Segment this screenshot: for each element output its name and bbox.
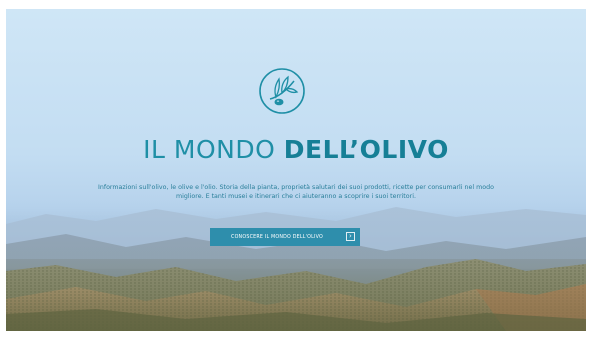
- description-line: Informazioni sull'olivo, le olive e l'ol…: [98, 184, 494, 191]
- page-title: IL MONDO DELL’OLIVO: [6, 135, 586, 164]
- arrow-right-icon: ›: [346, 232, 355, 241]
- description-line: migliore. E tanti musei e itinerari che …: [176, 193, 416, 200]
- title-bold: DELL’OLIVO: [283, 135, 449, 164]
- hero-description: Informazioni sull'olivo, le olive e l'ol…: [46, 183, 546, 201]
- landscape-image: [6, 199, 586, 331]
- hero-banner: IL MONDO DELL’OLIVO Informazioni sull'ol…: [6, 9, 586, 331]
- discover-button[interactable]: CONOSCERE IL MONDO DELL'OLIVO ›: [210, 228, 360, 246]
- olive-branch-icon: [258, 67, 306, 115]
- discover-button-label: CONOSCERE IL MONDO DELL'OLIVO: [231, 234, 323, 240]
- title-light: IL MONDO: [143, 135, 276, 164]
